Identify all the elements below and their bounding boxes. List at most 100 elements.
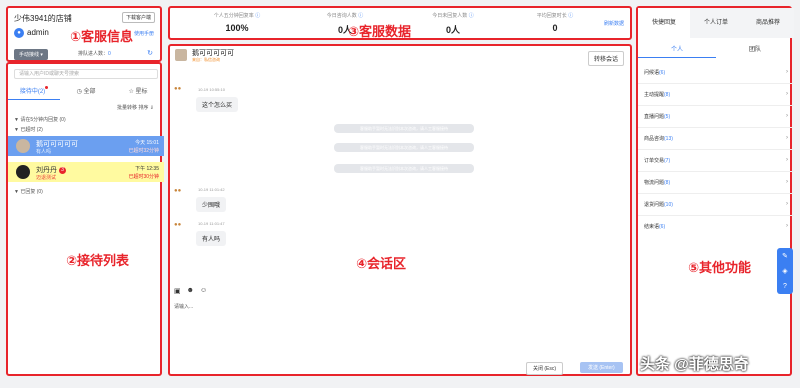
avatar bbox=[175, 49, 187, 61]
category-count: (13) bbox=[664, 136, 673, 142]
stat-label: 今日未回复人数 ⓘ bbox=[408, 12, 498, 19]
message-bubble: 少囤哦 bbox=[196, 197, 227, 212]
send-button[interactable]: 发送 (Enter) bbox=[580, 362, 623, 373]
transfer-conversation-button[interactable]: 转移会话 bbox=[587, 51, 624, 66]
category-count: (7) bbox=[664, 158, 671, 164]
group-replied[interactable]: ▼ 已回复 (0) bbox=[14, 188, 43, 195]
tab-starred-label: 星标 bbox=[135, 89, 148, 95]
refresh-data-link[interactable]: 刷新数据 bbox=[604, 20, 624, 27]
edit-icon[interactable]: ✎ bbox=[782, 252, 788, 260]
divider bbox=[638, 215, 794, 216]
stat-avg-reply-time: 平均回复时长 ⓘ 0 bbox=[510, 12, 600, 33]
category-row[interactable]: 商品咨询(13) › bbox=[644, 135, 788, 142]
watermark: 头条 @菲德思奇 bbox=[640, 356, 749, 373]
stat-value: 0人 bbox=[445, 25, 460, 35]
chevron-right-icon: › bbox=[786, 201, 788, 207]
category-name: 退货问题 bbox=[644, 202, 665, 208]
user-search-input[interactable]: 请输入用户ID或聊天号搜索 bbox=[14, 69, 158, 79]
chat-panel: 鹅可可可可可 来自：私信咨询 转移会话 ●● 10-19 10:55:10 这个… bbox=[168, 44, 632, 376]
help-icon[interactable]: ? bbox=[783, 283, 787, 290]
divider bbox=[638, 105, 794, 106]
user-manual-link[interactable]: 使用手册 bbox=[134, 30, 154, 37]
stat-label: 个人五分钟回复率 ⓘ bbox=[192, 12, 282, 19]
category-row[interactable]: 物流问题(8) › bbox=[644, 179, 788, 186]
tab-all-label: 全部 bbox=[83, 89, 96, 95]
queue-count-label: 排队进人数：0 bbox=[78, 50, 111, 57]
info-icon: ⓘ bbox=[568, 13, 574, 19]
annotation-reception-list: ②接待列表 bbox=[66, 253, 130, 268]
annotation-chat-area: ④会话区 bbox=[356, 256, 407, 271]
batch-transfer-sort[interactable]: 批量转移 排序 ⇓ bbox=[117, 104, 154, 111]
queue-label-text: 排队进人数： bbox=[78, 51, 109, 57]
tab-starred[interactable]: ☆ 星标 bbox=[112, 86, 164, 100]
conversation-timeout: 已超时32分钟 bbox=[128, 148, 159, 154]
conversation-item[interactable]: 刘丹丹 3 迈退测试 下午 12:35 已超时30分钟 bbox=[8, 162, 164, 182]
tab-receiving-label: 接待中(2) bbox=[19, 89, 46, 95]
divider bbox=[638, 193, 794, 194]
info-icon: ⓘ bbox=[358, 13, 364, 19]
group-reply-within-5min[interactable]: ▼ 请在5分钟内回复 (0) bbox=[14, 116, 66, 123]
conversation-time: 下午 12:35 bbox=[135, 166, 159, 172]
scope-segment: 个人 团队 bbox=[638, 44, 794, 58]
unread-badge: 3 bbox=[58, 166, 66, 174]
reception-list-panel: 请输入用户ID或聊天号搜索 接待中(2) ◷ 全部 ☆ 星标 批量转移 排序 ⇓… bbox=[6, 62, 164, 376]
category-name: 订单交易 bbox=[644, 158, 665, 164]
annotation-agent-stats: ③客服数据 bbox=[348, 24, 412, 39]
tab-all[interactable]: ◷ 全部 bbox=[60, 86, 112, 100]
close-button[interactable]: 关闭 (Esc) bbox=[526, 362, 564, 375]
stat-label-text: 个人五分钟回复率 bbox=[213, 13, 254, 19]
quick-reply-icon[interactable]: ☺ bbox=[200, 287, 207, 295]
reception-mode-select[interactable]: 手动接线 ▾ bbox=[14, 49, 48, 60]
stat-label-text: 今日未回复人数 bbox=[432, 13, 468, 19]
stat-label: 今日咨询人数 ⓘ bbox=[300, 12, 390, 19]
emoji-icon[interactable]: ☻ bbox=[187, 287, 194, 295]
stat-label: 平均回复时长 ⓘ bbox=[510, 12, 600, 19]
chevron-right-icon: › bbox=[786, 91, 788, 97]
refresh-icon[interactable]: ↻ bbox=[147, 49, 153, 57]
tools-panel: 快捷回复 个人订单 商品推荐 个人 团队 问候语(6) › 主动提醒(8) › 直播… bbox=[636, 6, 794, 376]
category-row[interactable]: 订单交易(7) › bbox=[644, 157, 788, 164]
agent-info-panel: 少伟3941的店铺 下载客户端 ● admin 使用手册 手动接线 ▾ 排队进人… bbox=[6, 6, 162, 62]
segment-personal[interactable]: 个人 bbox=[638, 44, 716, 58]
chat-source: 来自：私信咨询 bbox=[192, 57, 220, 62]
tab-product-recommend[interactable]: 商品推荐 bbox=[742, 8, 794, 38]
category-count: (8) bbox=[664, 180, 671, 186]
tab-orders[interactable]: 个人订单 bbox=[690, 8, 742, 38]
divider bbox=[638, 149, 794, 150]
conversation-item[interactable]: 鹅可可可可可 有人吗 今天 15:01 已超时32分钟 bbox=[8, 136, 164, 156]
cube-icon[interactable]: ◈ bbox=[782, 267, 787, 275]
segment-team[interactable]: 团队 bbox=[716, 44, 794, 58]
category-row[interactable]: 结束语(6) › bbox=[644, 223, 788, 230]
system-note: 客服助手暂时无法识别本次咨询，请人工客服接待 bbox=[334, 164, 474, 173]
category-count: (5) bbox=[664, 114, 671, 120]
download-client-button[interactable]: 下载客户端 bbox=[121, 12, 155, 23]
category-row[interactable]: 退货问题(10) › bbox=[644, 201, 788, 208]
divider bbox=[638, 171, 794, 172]
category-name: 直播问题 bbox=[644, 114, 665, 120]
category-row[interactable]: 主动提醒(8) › bbox=[644, 91, 788, 98]
username: admin bbox=[27, 28, 49, 37]
message-input[interactable]: 请输入... bbox=[174, 303, 193, 310]
info-icon: ⓘ bbox=[255, 13, 261, 19]
stat-reply-rate: 个人五分钟回复率 ⓘ 100% bbox=[192, 12, 282, 33]
conversation-time: 今天 15:01 bbox=[135, 140, 159, 146]
category-name: 物流问题 bbox=[644, 180, 665, 186]
message-bubble: 有人吗 bbox=[196, 231, 227, 246]
category-row[interactable]: 直播问题(5) › bbox=[644, 113, 788, 120]
tab-receiving[interactable]: 接待中(2) bbox=[8, 86, 60, 100]
tools-tabs: 快捷回复 个人订单 商品推荐 bbox=[638, 8, 794, 38]
category-name: 主动提醒 bbox=[644, 92, 665, 98]
category-count: (6) bbox=[659, 224, 666, 230]
chevron-right-icon: › bbox=[786, 223, 788, 229]
stat-label-text: 平均回复时长 bbox=[536, 13, 567, 19]
conversation-preview: 有人吗 bbox=[36, 149, 52, 155]
info-icon: ⓘ bbox=[468, 13, 474, 19]
chevron-right-icon: › bbox=[786, 69, 788, 75]
group-timed-out[interactable]: ▼ 已超时 (2) bbox=[14, 126, 43, 133]
tab-quick-reply[interactable]: 快捷回复 bbox=[638, 8, 690, 38]
category-row[interactable]: 问候语(6) › bbox=[644, 69, 788, 76]
message-bubble: 这个怎么买 bbox=[196, 97, 239, 112]
image-icon[interactable]: ▣ bbox=[174, 287, 181, 295]
chevron-right-icon: › bbox=[786, 179, 788, 185]
chat-toolbar: ▣ ☻ ☺ bbox=[174, 287, 207, 295]
